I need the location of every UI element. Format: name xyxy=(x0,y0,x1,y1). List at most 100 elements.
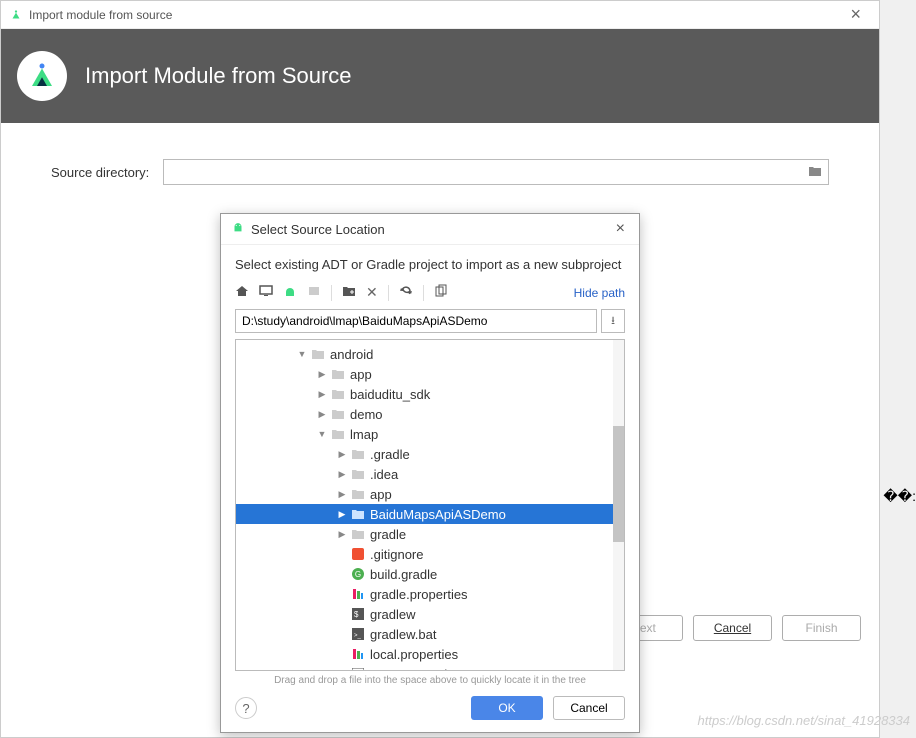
folder-icon xyxy=(350,488,366,500)
tree-node-label: app xyxy=(370,487,392,502)
gradle-file-icon: G xyxy=(350,568,366,580)
chevron-down-icon[interactable]: ▼ xyxy=(296,349,308,359)
tree-node-gradlew[interactable]: $ gradlew xyxy=(236,604,624,624)
tree-node-label: lmap xyxy=(350,427,378,442)
toolbar-separator xyxy=(423,285,424,301)
chevron-right-icon[interactable]: ▶ xyxy=(316,409,328,420)
tree-node-readme-md[interactable]: MREADME.md xyxy=(236,664,624,671)
tree-node-build-gradle[interactable]: Gbuild.gradle xyxy=(236,564,624,584)
folder-icon xyxy=(310,348,326,360)
dialog-close-button[interactable]: × xyxy=(612,220,629,238)
tree-scrollbar[interactable] xyxy=(613,340,624,670)
project-icon[interactable] xyxy=(283,284,297,301)
tree-node-label: gradle.properties xyxy=(370,587,468,602)
browse-folder-icon[interactable] xyxy=(802,164,828,180)
delete-icon[interactable]: ✕ xyxy=(366,284,378,301)
chevron-right-icon[interactable]: ▶ xyxy=(336,449,348,460)
drag-drop-hint: Drag and drop a file into the space abov… xyxy=(221,671,639,696)
dialog-cancel-button[interactable]: Cancel xyxy=(553,696,625,720)
tree-node-label: gradlew xyxy=(370,607,416,622)
bat-file-icon: >_ xyxy=(350,628,366,640)
refresh-icon[interactable] xyxy=(399,284,413,301)
tree-node--gradle[interactable]: ▶ .gradle xyxy=(236,444,624,464)
dialog-subtitle: Select existing ADT or Gradle project to… xyxy=(221,245,639,280)
android-studio-icon xyxy=(9,8,23,22)
source-directory-label: Source directory: xyxy=(51,165,149,180)
folder-icon xyxy=(350,528,366,540)
tree-node--idea[interactable]: ▶ .idea xyxy=(236,464,624,484)
toolbar-separator xyxy=(388,285,389,301)
tree-node-label: BaiduMapsApiASDemo xyxy=(370,507,506,522)
chevron-right-icon[interactable]: ▶ xyxy=(336,489,348,500)
file-tree-container: ▼android▶app▶baiduditu_sdk▶demo▼lmap▶.gr… xyxy=(235,339,625,671)
tree-node--gitignore[interactable]: .gitignore xyxy=(236,544,624,564)
select-source-location-dialog: Select Source Location × Select existing… xyxy=(220,213,640,733)
chevron-right-icon[interactable]: ▶ xyxy=(336,529,348,540)
dialog-title: Select Source Location xyxy=(251,222,612,237)
wizard-footer-buttons: Next Cancel Finish xyxy=(604,615,861,641)
window-titlebar: Import module from source × xyxy=(1,1,879,29)
svg-text:$: $ xyxy=(354,610,359,619)
tree-node-label: baiduditu_sdk xyxy=(350,387,430,402)
tree-node-gradlew-bat[interactable]: >_gradlew.bat xyxy=(236,624,624,644)
window-close-button[interactable]: × xyxy=(840,4,871,25)
props-file-icon xyxy=(350,588,366,600)
watermark-text: https://blog.csdn.net/sinat_41928334 xyxy=(698,713,911,728)
help-button[interactable]: ? xyxy=(235,697,257,719)
tree-node-label: build.gradle xyxy=(370,567,437,582)
tree-node-app[interactable]: ▶ app xyxy=(236,484,624,504)
chevron-down-icon[interactable]: ▼ xyxy=(316,429,328,439)
cancel-button[interactable]: Cancel xyxy=(693,615,772,641)
tree-node-label: .idea xyxy=(370,467,398,482)
tree-node-gradle-properties[interactable]: gradle.properties xyxy=(236,584,624,604)
chevron-right-icon[interactable]: ▶ xyxy=(316,369,328,380)
tree-node-label: android xyxy=(330,347,373,362)
folder-icon xyxy=(330,408,346,420)
dialog-footer: ? OK Cancel xyxy=(221,696,639,732)
android-icon xyxy=(231,222,245,236)
chevron-right-icon[interactable]: ▶ xyxy=(336,509,348,520)
path-input[interactable] xyxy=(235,309,597,333)
dialog-titlebar: Select Source Location × xyxy=(221,214,639,245)
tree-node-baidumapsapiasdemo[interactable]: ▶ BaiduMapsApiASDemo xyxy=(236,504,624,524)
toolbar-separator xyxy=(331,285,332,301)
props-file-icon xyxy=(350,648,366,660)
folder-icon xyxy=(350,468,366,480)
source-directory-input-wrap xyxy=(163,159,829,185)
show-hidden-icon[interactable] xyxy=(434,284,448,301)
svg-text:>_: >_ xyxy=(354,633,362,639)
finish-button[interactable]: Finish xyxy=(782,615,861,641)
file-tree[interactable]: ▼android▶app▶baiduditu_sdk▶demo▼lmap▶.gr… xyxy=(236,340,624,671)
tree-node-gradle[interactable]: ▶gradle xyxy=(236,524,624,544)
home-icon[interactable] xyxy=(235,284,249,301)
android-studio-logo xyxy=(17,51,67,101)
tree-node-label: README.md xyxy=(370,667,447,672)
chevron-right-icon[interactable]: ▶ xyxy=(336,469,348,480)
form-area: Source directory: xyxy=(1,123,879,221)
tree-node-app[interactable]: ▶app xyxy=(236,364,624,384)
path-row: ⭳ xyxy=(221,309,639,339)
ok-button[interactable]: OK xyxy=(471,696,543,720)
tree-node-label: .gitignore xyxy=(370,547,423,562)
folder-icon xyxy=(330,428,346,440)
tree-scrollbar-thumb[interactable] xyxy=(613,426,624,542)
folder-icon xyxy=(330,368,346,380)
source-directory-input[interactable] xyxy=(164,165,802,179)
hide-path-link[interactable]: Hide path xyxy=(574,286,625,300)
chevron-right-icon[interactable]: ▶ xyxy=(316,389,328,400)
new-folder-icon[interactable] xyxy=(342,284,356,301)
path-history-button[interactable]: ⭳ xyxy=(601,309,625,333)
tree-node-local-properties[interactable]: local.properties xyxy=(236,644,624,664)
desktop-icon[interactable] xyxy=(259,284,273,301)
side-garbled-text: ��: xyxy=(883,488,916,505)
sh-file-icon: $ xyxy=(350,608,366,620)
tree-node-android[interactable]: ▼ android xyxy=(236,344,624,364)
tree-node-label: .gradle xyxy=(370,447,410,462)
tree-node-demo[interactable]: ▶demo xyxy=(236,404,624,424)
window-title: Import module from source xyxy=(29,8,840,22)
module-icon[interactable] xyxy=(307,284,321,301)
dialog-toolbar: ✕ Hide path xyxy=(221,280,639,309)
tree-node-lmap[interactable]: ▼ lmap xyxy=(236,424,624,444)
cancel-button-label: Cancel xyxy=(714,621,751,635)
tree-node-baiduditu-sdk[interactable]: ▶ baiduditu_sdk xyxy=(236,384,624,404)
